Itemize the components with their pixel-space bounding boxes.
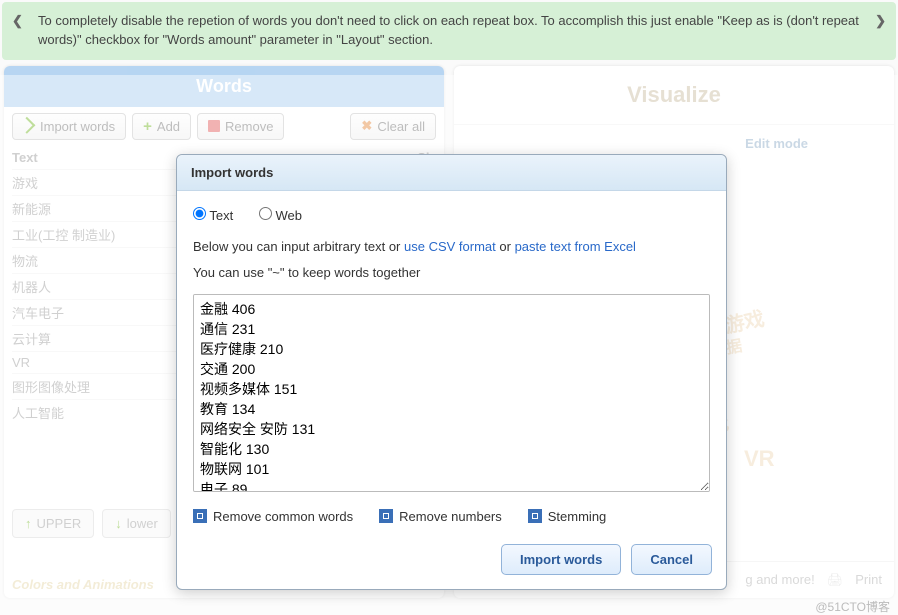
checkbox-icon <box>528 509 542 523</box>
import-words-confirm-button[interactable]: Import words <box>501 544 621 575</box>
checkbox-icon <box>193 509 207 523</box>
paste-excel-link[interactable]: paste text from Excel <box>515 239 636 254</box>
remove-numbers-checkbox[interactable]: Remove numbers <box>379 509 502 524</box>
tip-prev-button[interactable]: ❮ <box>12 12 23 31</box>
remove-common-checkbox[interactable]: Remove common words <box>193 509 353 524</box>
stemming-checkbox[interactable]: Stemming <box>528 509 607 524</box>
source-text-radio[interactable]: Text <box>193 208 233 223</box>
modal-description: Below you can input arbitrary text or us… <box>193 237 710 257</box>
modal-title: Import words <box>177 155 726 191</box>
tip-banner: ❮ To completely disable the repetion of … <box>2 2 896 60</box>
tip-text: To completely disable the repetion of wo… <box>38 13 859 47</box>
tip-next-button[interactable]: ❯ <box>875 12 886 31</box>
watermark: @51CTO博客 <box>815 598 890 615</box>
csv-format-link[interactable]: use CSV format <box>404 239 496 254</box>
import-words-modal: Import words Text Web Below you can inpu… <box>176 154 727 590</box>
source-web-radio[interactable]: Web <box>259 208 302 223</box>
checkbox-icon <box>379 509 393 523</box>
keep-together-hint: You can use "~" to keep words together <box>193 263 710 283</box>
import-textarea[interactable] <box>193 294 710 492</box>
cancel-button[interactable]: Cancel <box>631 544 712 575</box>
